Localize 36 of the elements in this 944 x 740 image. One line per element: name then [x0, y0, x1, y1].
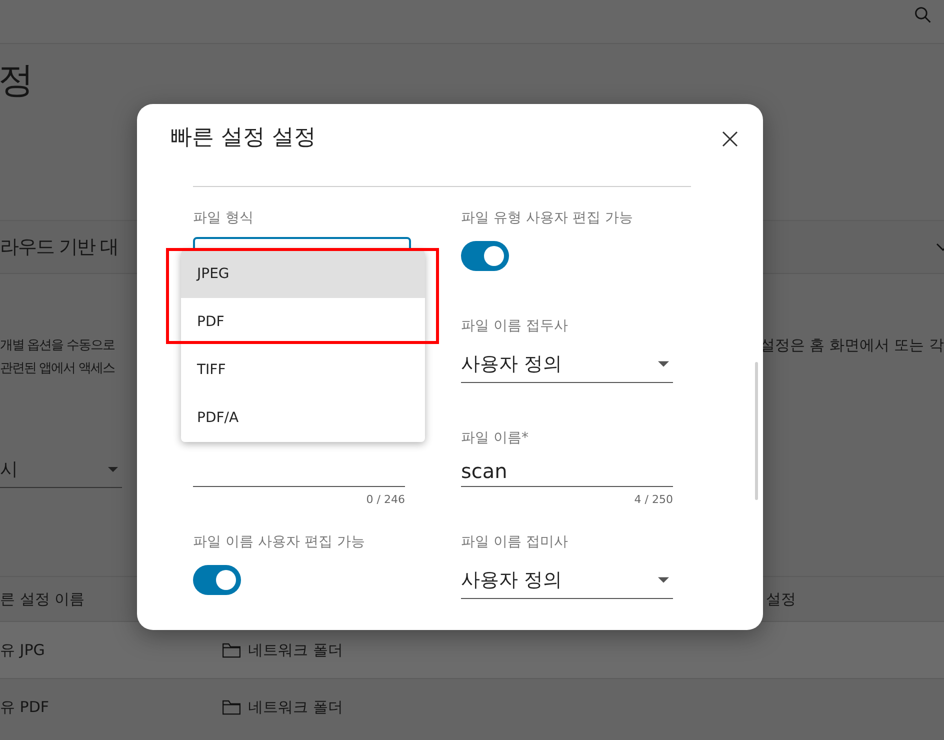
caret-icon	[108, 466, 118, 472]
toggle-switch[interactable]	[461, 241, 509, 271]
field-label: 파일 이름 접두사	[461, 317, 568, 336]
page-title: 정	[0, 59, 35, 103]
input-field[interactable]: scan	[461, 459, 673, 487]
folder-icon	[222, 700, 241, 714]
toggle-switch[interactable]	[193, 565, 241, 595]
field-label: 파일 형식	[193, 209, 254, 228]
description-text: 개별 옵션을 수동으로	[0, 337, 114, 354]
table-cell: 네트워크 폴더	[248, 698, 343, 716]
description-text: 설정은 홈 화면에서 또는 각	[760, 336, 944, 356]
select-field[interactable]: 사용자 정의	[461, 351, 673, 383]
select-field[interactable]: 사용자 정의	[461, 567, 673, 599]
table-cell: 네트워크 폴더	[248, 640, 343, 660]
table-cell-text: 유 JPG	[0, 640, 46, 660]
dialog-title: 빠른 설정 설정	[170, 124, 316, 152]
table-cell-text: 유 PDF	[0, 698, 50, 716]
character-counter: 0 / 246	[366, 493, 405, 506]
search-icon[interactable]	[914, 6, 932, 24]
menu-option[interactable]: TIFF	[181, 346, 425, 394]
section-title: 라우드 기반 대	[0, 235, 118, 260]
description-text: 관련된 앱에서 액세스	[0, 360, 114, 377]
character-counter: 4 / 250	[634, 493, 673, 506]
folder-icon	[222, 642, 241, 658]
menu-option[interactable]: PDF	[181, 298, 425, 346]
menu-option[interactable]: PDF/A	[181, 394, 425, 442]
field-label: 파일 이름 사용자 편집 가능	[193, 533, 365, 552]
field-label: 파일 유형 사용자 편집 가능	[461, 209, 633, 228]
column-header: 설정	[766, 590, 796, 608]
column-header: 른 설정 이름	[0, 590, 86, 608]
menu-option[interactable]: JPEG	[181, 250, 425, 298]
field-label: 파일 이름 접미사	[461, 533, 568, 552]
field-label: 파일 이름*	[461, 429, 528, 448]
close-icon[interactable]	[722, 131, 738, 147]
caret-icon	[658, 361, 669, 367]
caret-icon	[658, 577, 669, 583]
